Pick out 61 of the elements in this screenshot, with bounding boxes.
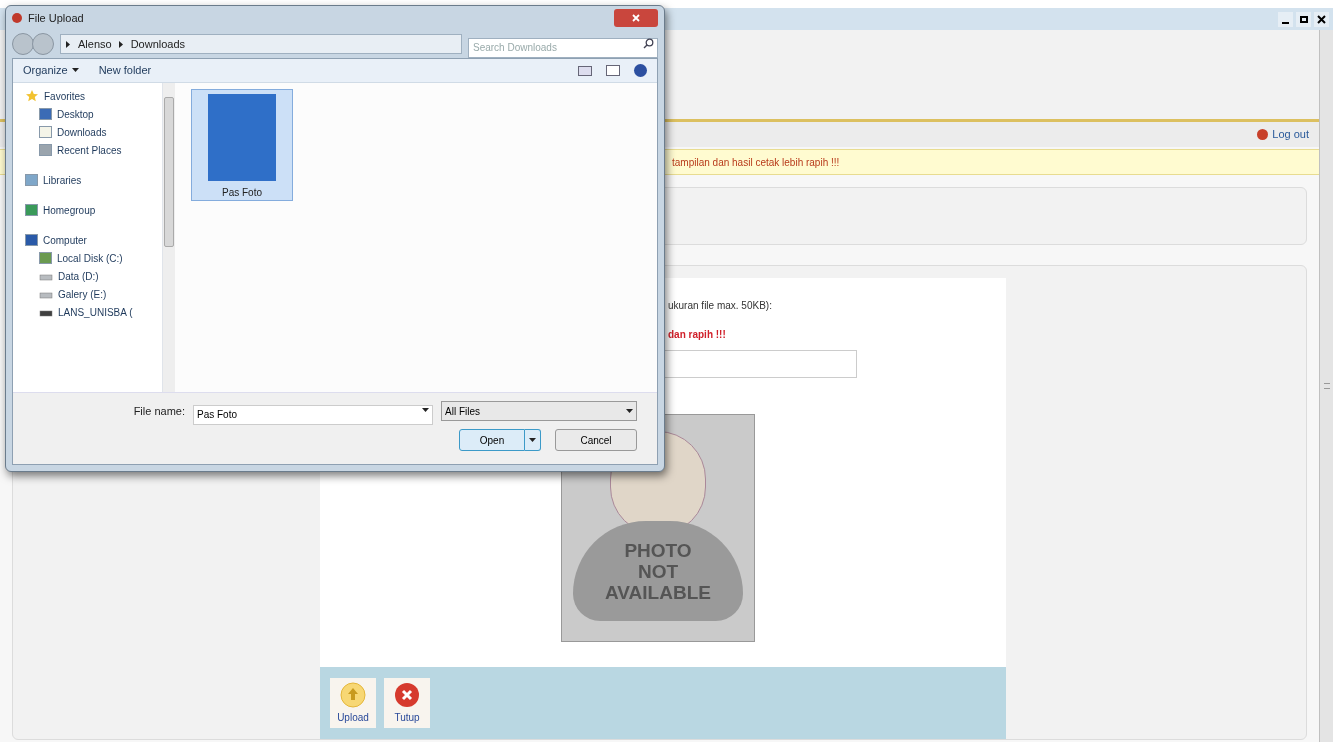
- nav-item[interactable]: Data (D:): [35, 267, 162, 285]
- warning-text: dan rapih !!!: [668, 328, 727, 342]
- nav-item[interactable]: Downloads: [35, 123, 162, 141]
- file-item[interactable]: Pas Foto: [191, 89, 293, 201]
- chevron-icon: [117, 40, 125, 48]
- restore-icon: [1299, 15, 1308, 23]
- nav-item[interactable]: Galery (E:): [35, 285, 162, 303]
- placeholder-text: NOT: [637, 560, 679, 582]
- desktop-icon: [39, 108, 52, 120]
- scrollbar-thumb[interactable]: [164, 97, 174, 247]
- toolbar-button[interactable]: New folder: [98, 62, 152, 79]
- open-menu-button[interactable]: [525, 429, 541, 451]
- search-field[interactable]: Search Downloads: [468, 37, 658, 58]
- drive-icon: [39, 289, 53, 299]
- minimize-icon: [1282, 21, 1289, 24]
- chevron-icon: [65, 40, 72, 48]
- breadcrumb-item[interactable]: Downloads: [130, 35, 186, 53]
- placeholder-text: AVAILABLE: [605, 581, 711, 603]
- drive-icon: [39, 307, 53, 317]
- toolbar-button[interactable]: Organize: [23, 62, 79, 79]
- nav-item[interactable]: Desktop: [35, 105, 162, 123]
- nav-item[interactable]: Computer: [21, 231, 162, 249]
- caret-icon: [529, 436, 536, 444]
- power-icon: [1257, 129, 1269, 140]
- breadcrumb-item[interactable]: Alenso: [78, 35, 112, 53]
- nav-item[interactable]: Local Disk (C:): [35, 249, 162, 267]
- nav-item[interactable]: Homegroup: [21, 201, 162, 219]
- app-icon: [12, 13, 22, 23]
- caret-icon: [71, 67, 79, 74]
- nav-item[interactable]: LANS_UNISBA (: [35, 303, 162, 321]
- scrollbar-grip-icon[interactable]: [1323, 383, 1330, 389]
- minimize-button[interactable]: [1278, 11, 1293, 27]
- close-icon: [632, 14, 640, 22]
- close-button[interactable]: [1314, 11, 1329, 27]
- restore-button[interactable]: [1296, 11, 1311, 27]
- star-icon: [25, 89, 39, 103]
- upload-hint: ukuran file max. 50KB):: [668, 299, 773, 313]
- address-bar[interactable]: Alenso Downloads: [60, 34, 462, 54]
- close-icon: [394, 681, 420, 708]
- open-button[interactable]: Open: [459, 429, 525, 451]
- pane-icon[interactable]: [606, 65, 620, 76]
- filename-field[interactable]: Pas Foto: [193, 404, 433, 425]
- upload-button[interactable]: Upload: [330, 678, 376, 728]
- nav-item[interactable]: Favorites: [21, 87, 162, 105]
- cancel-button[interactable]: Cancel: [555, 429, 637, 451]
- help-icon[interactable]: [634, 64, 647, 77]
- upload-icon: [340, 681, 366, 708]
- dialog-title: File Upload: [28, 10, 84, 26]
- field-label: File name:: [133, 403, 185, 419]
- drive-icon: [39, 271, 53, 281]
- search-icon: [643, 38, 654, 49]
- close-button[interactable]: Tutup: [384, 678, 430, 728]
- caret-icon: [626, 407, 633, 415]
- caret-icon: [422, 407, 429, 414]
- view-icon[interactable]: [578, 65, 592, 76]
- logout-link[interactable]: Log out: [1257, 126, 1309, 143]
- file-name: Pas Foto: [222, 186, 262, 200]
- close-icon: [1317, 14, 1326, 24]
- folder-icon: [39, 126, 52, 138]
- placeholder-text: PHOTO: [624, 539, 692, 561]
- filter-select[interactable]: All Files: [441, 401, 637, 421]
